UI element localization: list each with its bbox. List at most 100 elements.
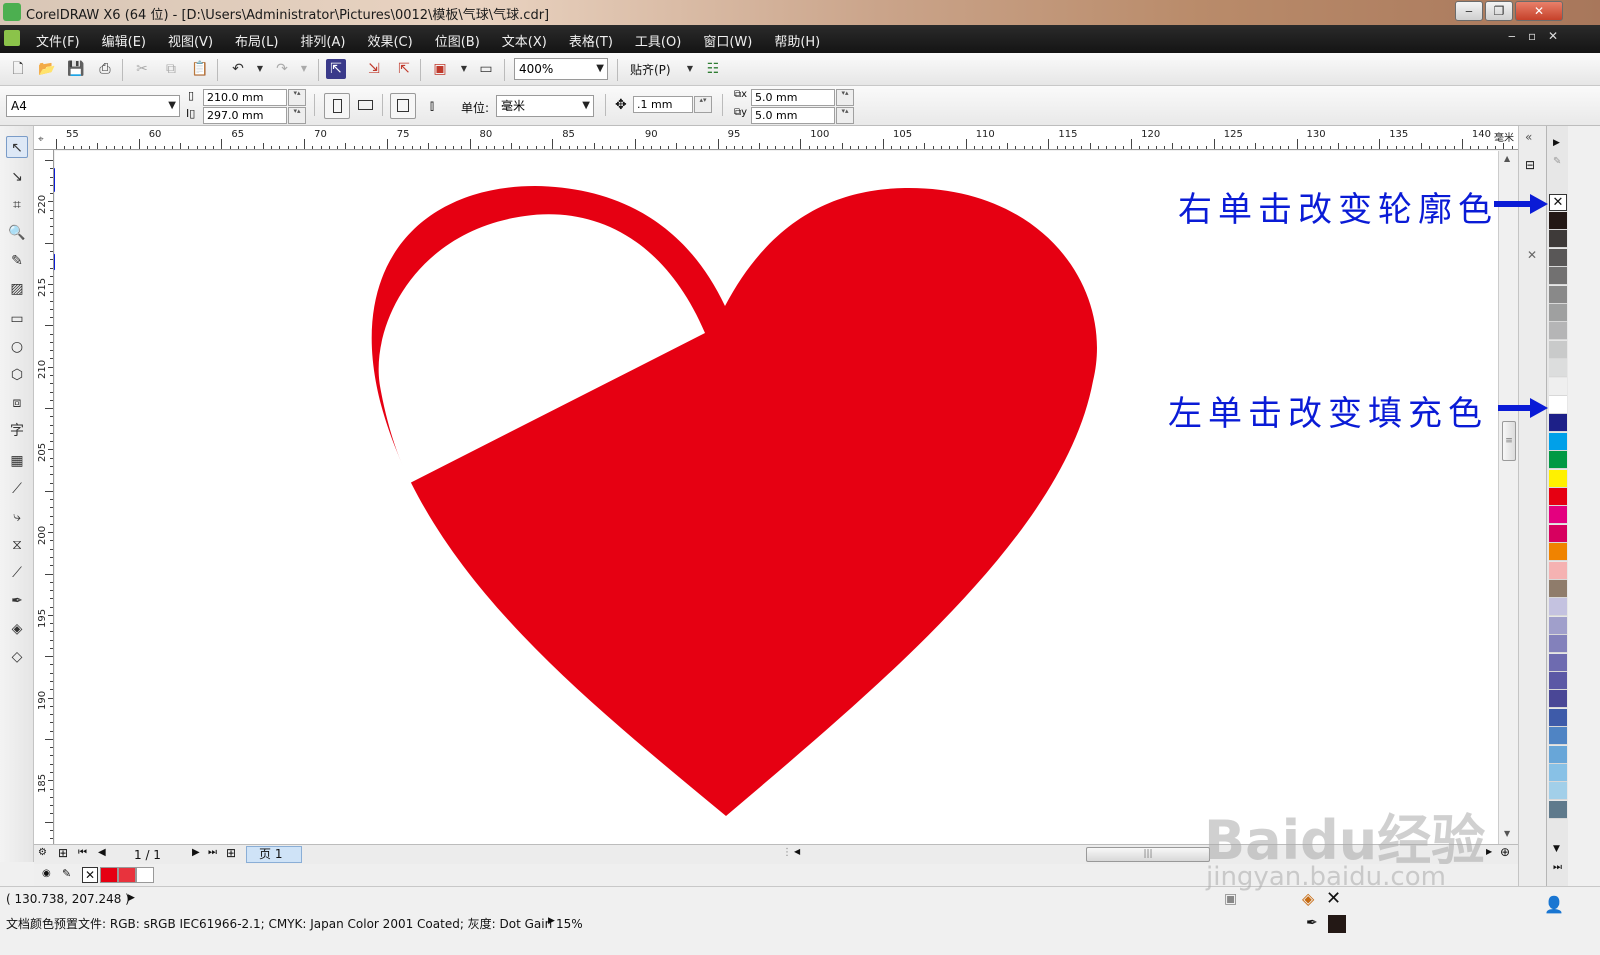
- palette-color-swatch[interactable]: [1549, 267, 1567, 286]
- palette-color-swatch[interactable]: [1549, 672, 1567, 690]
- paste-icon[interactable]: 📋: [190, 59, 210, 79]
- freehand-tool-icon[interactable]: ✎: [6, 250, 28, 272]
- minimize-button[interactable]: ‒: [1455, 1, 1483, 21]
- scroll-left-icon[interactable]: ◀: [794, 847, 800, 856]
- menu-item[interactable]: 布局(L): [235, 31, 278, 50]
- snap-dropdown-icon[interactable]: ▼: [680, 59, 700, 79]
- redo-dropdown-icon[interactable]: ▼: [294, 59, 314, 79]
- fill-tool-icon[interactable]: ◈: [6, 618, 28, 640]
- heart-drawing[interactable]: [55, 151, 1498, 844]
- palette-color-swatch[interactable]: [1549, 212, 1567, 230]
- menu-item[interactable]: 文本(X): [502, 31, 547, 50]
- ellipse-tool-icon[interactable]: ○: [6, 336, 28, 358]
- import-icon[interactable]: ⇲: [364, 59, 384, 79]
- outline-pen-tool-icon[interactable]: ✒: [6, 590, 28, 612]
- ruler-origin-icon[interactable]: ⌖: [38, 134, 44, 145]
- table-tool-icon[interactable]: ▦: [6, 450, 28, 472]
- export-icon[interactable]: ⇱: [394, 59, 414, 79]
- duplicate-x-field[interactable]: 5.0 mm: [751, 89, 835, 106]
- new-document-icon[interactable]: 🗋: [8, 59, 28, 79]
- palette-color-swatch[interactable]: [1549, 322, 1567, 341]
- no-fill-swatch[interactable]: ✕: [1549, 194, 1567, 211]
- nudge-distance-field[interactable]: .1 mm: [633, 96, 693, 113]
- palette-scroll-up-icon[interactable]: ▶: [1553, 138, 1560, 148]
- duplicate-y-field[interactable]: 5.0 mm: [751, 107, 835, 124]
- palette-color-swatch[interactable]: [1549, 800, 1567, 819]
- object-properties-icon[interactable]: ⊟: [1525, 158, 1535, 172]
- palette-color-swatch[interactable]: [1549, 727, 1567, 746]
- snap-to-button[interactable]: 贴齐(P): [630, 61, 671, 78]
- zoom-navigator-icon[interactable]: ⊕: [1500, 845, 1510, 859]
- add-page-before-icon[interactable]: ⊞: [58, 846, 68, 860]
- units-select[interactable]: 毫米 ▼: [496, 95, 594, 117]
- outline-color-swatch[interactable]: [1328, 915, 1346, 933]
- undo-icon[interactable]: ↶: [228, 59, 248, 79]
- vertical-scroll-thumb[interactable]: ≡: [1502, 421, 1516, 461]
- full-screen-preview-icon[interactable]: ▭: [476, 59, 496, 79]
- text-tool-icon[interactable]: 字: [6, 420, 28, 442]
- dimension-tool-icon[interactable]: ⟋: [6, 478, 28, 500]
- interactive-fill-tool-icon[interactable]: ◇: [6, 646, 28, 668]
- user-icon[interactable]: 👤: [1544, 895, 1564, 914]
- landscape-button[interactable]: [356, 96, 376, 116]
- zoom-tool-icon[interactable]: 🔍: [6, 222, 28, 244]
- palette-color-swatch[interactable]: [1549, 230, 1567, 249]
- rectangle-tool-icon[interactable]: ▭: [6, 308, 28, 330]
- no-color-swatch[interactable]: ✕: [82, 867, 98, 883]
- palette-color-swatch[interactable]: [1549, 635, 1567, 654]
- all-pages-button[interactable]: [390, 93, 416, 119]
- page-options-icon[interactable]: ⚙: [38, 847, 47, 858]
- palette-color-swatch[interactable]: [1549, 414, 1567, 433]
- prev-page-icon[interactable]: ◀: [98, 847, 106, 858]
- menu-item[interactable]: 文件(F): [36, 31, 80, 50]
- palette-color-swatch[interactable]: [1549, 285, 1567, 304]
- page-tab[interactable]: 页 1: [246, 846, 302, 863]
- search-content-icon[interactable]: ⇱: [326, 59, 346, 79]
- palette-color-swatch[interactable]: [1549, 304, 1567, 322]
- save-icon[interactable]: 💾: [66, 59, 86, 79]
- menu-item[interactable]: 位图(B): [435, 31, 480, 50]
- basic-shapes-tool-icon[interactable]: ⧈: [6, 392, 28, 414]
- duplicate-y-spinner[interactable]: ▾▴: [836, 107, 854, 124]
- palette-color-swatch[interactable]: [1549, 248, 1567, 267]
- add-page-after-icon[interactable]: ⊞: [226, 846, 236, 860]
- palette-scroll-down-icon[interactable]: ▼: [1553, 844, 1560, 854]
- options-icon[interactable]: ☷: [703, 59, 723, 79]
- scroll-up-icon[interactable]: ▲: [1504, 154, 1510, 163]
- last-page-icon[interactable]: ⏭: [208, 847, 217, 858]
- publish-dropdown-icon[interactable]: ▼: [454, 59, 474, 79]
- collapse-docker-icon[interactable]: «: [1525, 130, 1532, 144]
- horizontal-scroll-thumb[interactable]: |||: [1086, 847, 1210, 862]
- menu-item[interactable]: 编辑(E): [102, 31, 146, 50]
- menu-item[interactable]: 效果(C): [367, 31, 412, 50]
- palette-color-swatch[interactable]: [1549, 359, 1567, 378]
- palette-color-swatch[interactable]: [1549, 708, 1567, 727]
- palette-color-swatch[interactable]: [1549, 524, 1567, 543]
- page-width-field[interactable]: 210.0 mm: [203, 89, 287, 106]
- palette-color-swatch[interactable]: [1549, 451, 1567, 470]
- palette-color-swatch[interactable]: [1549, 616, 1567, 635]
- page-height-spinner[interactable]: ▾▴: [288, 107, 306, 124]
- publish-pdf-icon[interactable]: ▣: [430, 59, 450, 79]
- palette-color-swatch[interactable]: [1549, 506, 1567, 525]
- eyedropper-icon[interactable]: ✎: [62, 867, 71, 880]
- palette-color-swatch[interactable]: [1549, 543, 1567, 562]
- scroll-right-icon[interactable]: ▶: [1486, 847, 1492, 856]
- page-size-select[interactable]: A4 ▼: [6, 95, 180, 117]
- page-height-field[interactable]: 297.0 mm: [203, 107, 287, 124]
- menu-item[interactable]: 表格(T): [569, 31, 613, 50]
- palette-color-swatch[interactable]: [1549, 488, 1567, 506]
- menu-item[interactable]: 窗口(W): [703, 31, 752, 50]
- palette-color-swatch[interactable]: [1549, 561, 1567, 580]
- document-color-swatch[interactable]: [100, 867, 118, 883]
- app-menu-icon[interactable]: [4, 30, 20, 46]
- palette-color-swatch[interactable]: [1549, 432, 1567, 451]
- doc-restore-icon[interactable]: ▫: [1528, 29, 1536, 43]
- close-button[interactable]: ✕: [1515, 1, 1563, 21]
- docker-close-icon[interactable]: ✕: [1527, 248, 1537, 262]
- current-page-button[interactable]: ⫾: [422, 96, 442, 116]
- copy-icon[interactable]: ⧉: [161, 59, 181, 79]
- page-width-spinner[interactable]: ▾▴: [288, 89, 306, 106]
- vertical-scrollbar[interactable]: ▲ ≡ ▼: [1498, 151, 1518, 844]
- palette-color-swatch[interactable]: [1549, 745, 1567, 764]
